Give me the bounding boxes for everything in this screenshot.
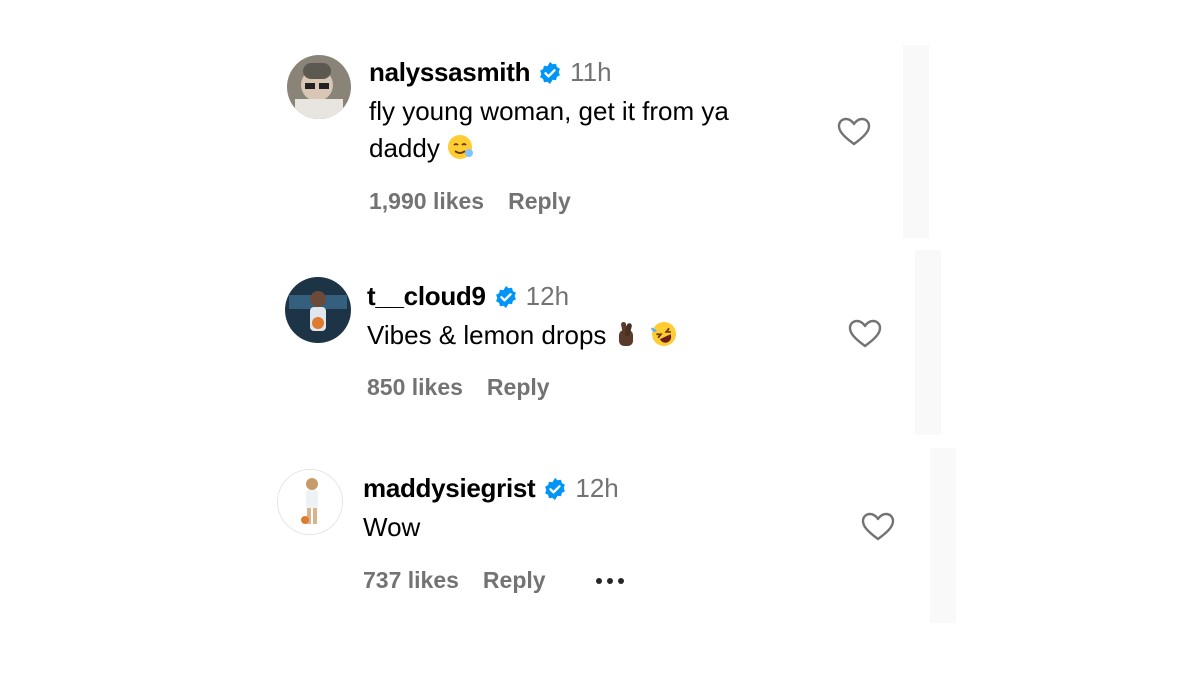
likes-count[interactable]: 737 likes xyxy=(363,567,459,594)
comment-header: t__cloud9 12h xyxy=(367,281,569,312)
verified-badge-icon xyxy=(540,61,561,84)
rofl-emoji-icon xyxy=(651,322,677,346)
username[interactable]: nalyssasmith xyxy=(369,57,530,88)
reply-button[interactable]: Reply xyxy=(508,188,571,215)
comment-header: nalyssasmith 11h xyxy=(369,57,612,88)
reply-button[interactable]: Reply xyxy=(487,374,550,401)
username[interactable]: maddysiegrist xyxy=(363,473,536,504)
timestamp[interactable]: 12h xyxy=(526,281,569,312)
comment-text-line: daddy xyxy=(369,130,729,167)
timestamp[interactable]: 11h xyxy=(570,57,611,88)
more-options-icon[interactable] xyxy=(595,577,624,584)
comment-meta: 737 likes Reply xyxy=(363,567,624,594)
likes-count[interactable]: 850 likes xyxy=(367,374,463,401)
likes-count[interactable]: 1,990 likes xyxy=(369,188,484,215)
timestamp[interactable]: 12h xyxy=(575,473,618,504)
avatar[interactable] xyxy=(277,469,343,535)
scroll-strip xyxy=(903,45,929,238)
reply-button[interactable]: Reply xyxy=(483,567,546,594)
comment-text-fragment: daddy xyxy=(369,133,440,163)
username[interactable]: t__cloud9 xyxy=(367,281,486,312)
smiling-face-with-hearts-emoji-icon xyxy=(447,135,473,159)
avatar[interactable] xyxy=(287,55,351,119)
comment-meta: 1,990 likes Reply xyxy=(369,188,571,215)
comment-text-line: fly young woman, get it from ya xyxy=(369,96,729,126)
comment-item: nalyssasmith 11h fly young woman, get it… xyxy=(287,55,887,225)
like-heart-icon[interactable] xyxy=(861,512,895,542)
verified-badge-icon xyxy=(545,477,566,500)
comment-header: maddysiegrist 12h xyxy=(363,473,619,504)
like-heart-icon[interactable] xyxy=(837,117,871,147)
crossed-fingers-emoji-icon xyxy=(619,321,634,346)
avatar[interactable] xyxy=(285,277,351,343)
comment-text-line: Vibes & lemon drops xyxy=(367,320,607,350)
scroll-strip xyxy=(915,250,941,435)
comment-text: fly young woman, get it from ya daddy xyxy=(369,93,729,167)
comment-meta: 850 likes Reply xyxy=(367,374,550,401)
comment-text: Wow xyxy=(363,509,420,546)
comment-item: maddysiegrist 12h Wow 737 likes Reply xyxy=(277,469,917,609)
scroll-strip xyxy=(930,448,956,623)
comment-item: t__cloud9 12h Vibes & lemon drops 850 li… xyxy=(285,277,885,417)
comment-text: Vibes & lemon drops xyxy=(367,317,678,354)
comment-text-line: Wow xyxy=(363,512,421,542)
like-heart-icon[interactable] xyxy=(848,319,882,349)
verified-badge-icon xyxy=(495,285,516,308)
